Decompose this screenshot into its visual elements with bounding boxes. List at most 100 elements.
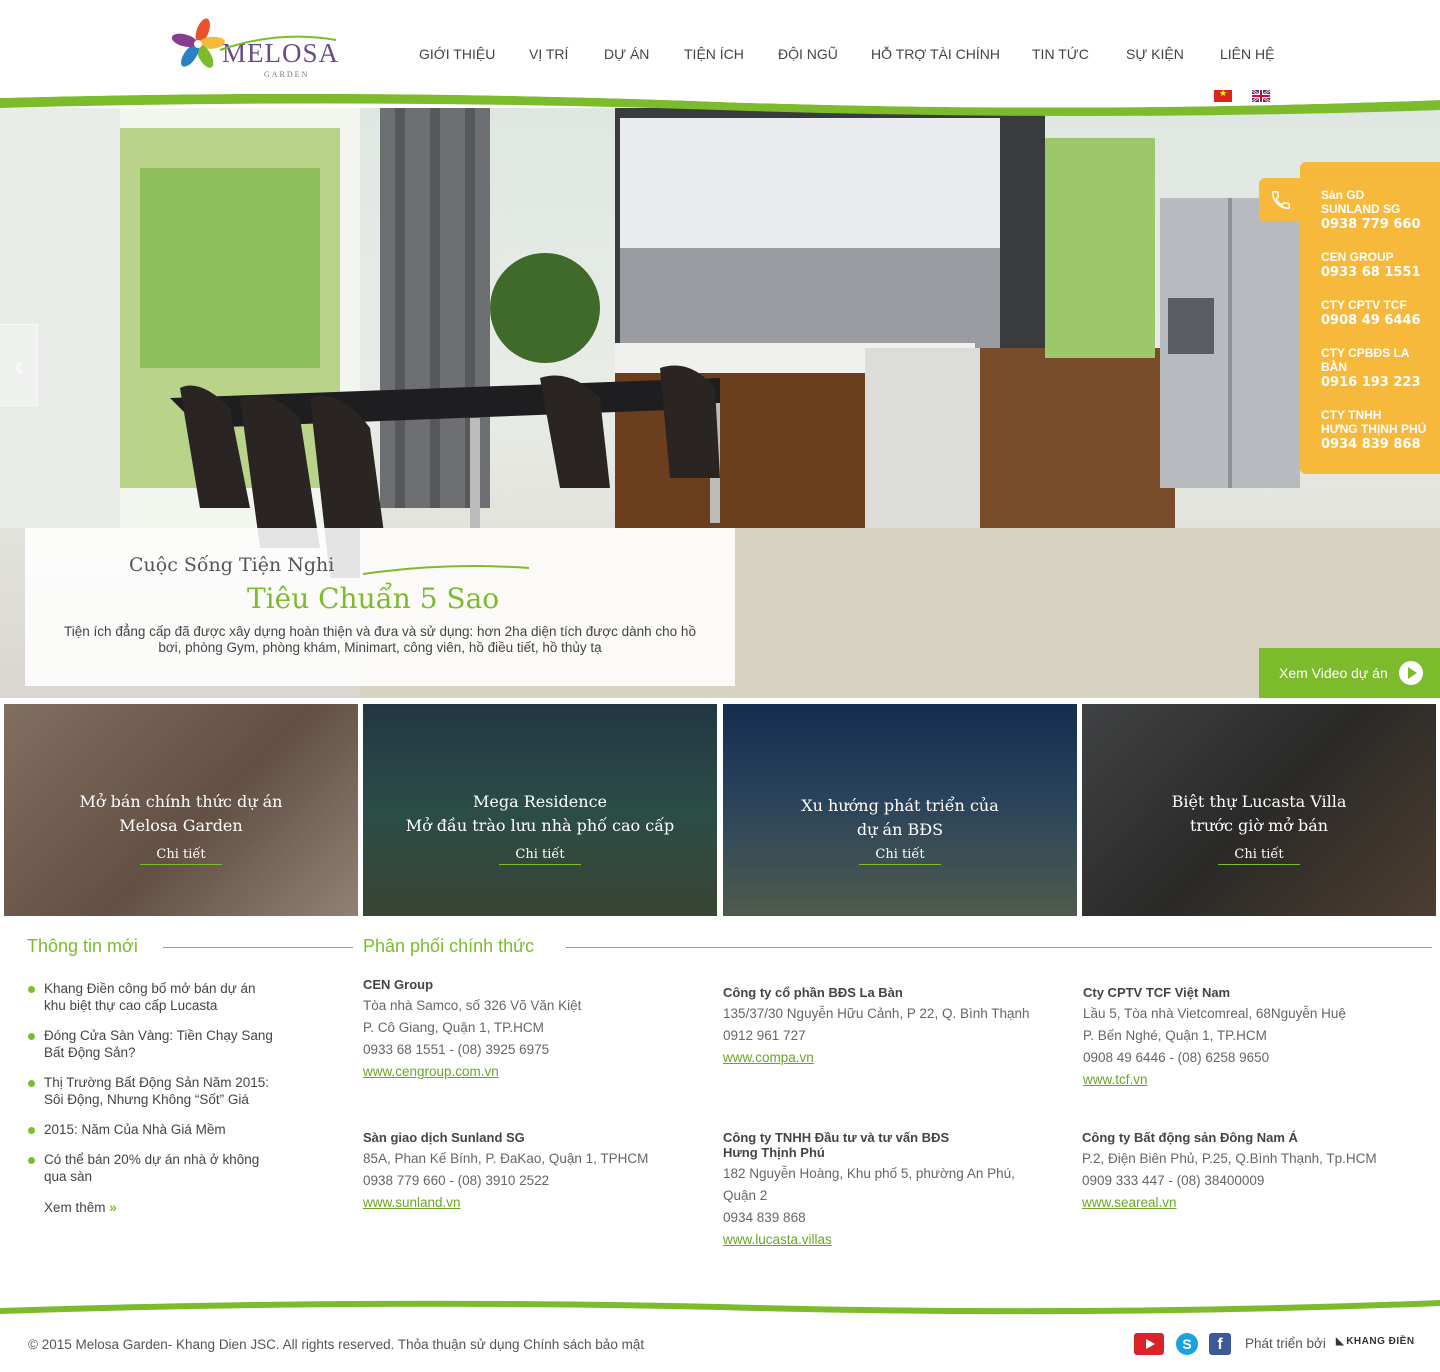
contact-la-ban: CTY CPBĐS LA BÀN 0916 193 223	[1321, 346, 1437, 392]
contact-phone[interactable]: 0916 193 223	[1321, 374, 1437, 392]
hero-caption: Cuộc Sống Tiện Nghi Tiêu Chuẩn 5 Sao Tiệ…	[25, 528, 735, 686]
distributor-website-link[interactable]: www.sunland.vn	[363, 1192, 703, 1214]
nav-item-du-an[interactable]: DỰ ÁN	[604, 46, 649, 62]
facebook-icon[interactable]: f	[1209, 1333, 1231, 1355]
caption-text: Tiện ích đẳng cấp đã được xây dựng hoàn …	[64, 624, 696, 655]
news-tile-2[interactable]: Mega Residence Mở đầu trào lưu nhà phố c…	[363, 704, 717, 916]
tile-detail-label: Chi tiết	[499, 847, 581, 865]
distributor-phone: 0933 68 1551 - (08) 3925 6975	[363, 1042, 550, 1057]
contact-phone[interactable]: 0908 49 6446	[1321, 312, 1437, 330]
distributors-section-title: Phân phối chính thức	[363, 936, 535, 956]
news-item[interactable]: 2015: Năm Của Nhà Giá Mềm	[28, 1121, 278, 1138]
distributor-website-link[interactable]: www.seareal.vn	[1082, 1192, 1422, 1214]
news-tile-1[interactable]: Mở bán chính thức dự án Melosa Garden Ch…	[4, 704, 358, 916]
distributor-seareal: Công ty Bất động sản Đông Nam Á P.2, Điệ…	[1082, 1130, 1422, 1214]
distributor-website-link[interactable]: www.compa.vn	[723, 1047, 1063, 1069]
distributor-name: Công ty cổ phần BĐS La Bàn	[723, 985, 903, 1000]
distributor-address-2: P. Bến Nghé, Quận 1, TP.HCM	[1083, 1028, 1267, 1043]
contact-sunland: Sàn GD SUNLAND SG 0938 779 660	[1321, 188, 1437, 234]
tile-detail-label: Chi tiết	[1218, 847, 1300, 865]
tile-detail-link[interactable]: Chi tiết	[1082, 847, 1436, 865]
hotline-panel: Sàn GD SUNLAND SG 0938 779 660 CEN GROUP…	[1300, 162, 1440, 474]
nav-item-ho-tro-tai-chinh[interactable]: HỖ TRỢ TÀI CHÍNH	[871, 46, 1000, 62]
contact-name: CTY CPBĐS LA	[1321, 346, 1410, 360]
distributor-cen-group: CEN Group Tòa nhà Samco, số 326 Võ Văn K…	[363, 977, 703, 1083]
distributor-website-link[interactable]: www.cengroup.com.vn	[363, 1061, 703, 1083]
distributor-address: 182 Nguyễn Hoàng, Khu phố 5, phường An P…	[723, 1166, 1015, 1203]
news-tile-3[interactable]: Xu hướng phát triển của dự án BĐS Chi ti…	[723, 704, 1077, 916]
distributor-phone: 0908 49 6446 - (08) 6258 9650	[1083, 1050, 1270, 1065]
tile-title-line1: Mega Residence	[472, 792, 607, 811]
distributor-website-link[interactable]: www.lucasta.villas	[723, 1229, 1043, 1251]
distributor-name: Cty CPTV TCF Việt Nam	[1083, 985, 1231, 1000]
news-item[interactable]: Khang Điền công bố mở bán dự án khu biệt…	[28, 980, 278, 1014]
nav-item-doi-ngu[interactable]: ĐỘI NGŨ	[778, 46, 838, 62]
phone-icon	[1272, 191, 1290, 209]
slider-prev-arrow[interactable]: ‹	[0, 324, 38, 406]
contact-name: CTY TNHH	[1321, 408, 1382, 422]
hotline-tab[interactable]	[1259, 178, 1303, 222]
caption-heading: Cuộc Sống Tiện Nghi	[129, 554, 335, 576]
nav-item-su-kien[interactable]: SỰ KIỆN	[1126, 46, 1184, 62]
tile-detail-link[interactable]: Chi tiết	[363, 847, 717, 865]
distributor-phone: 0934 839 868	[723, 1210, 806, 1225]
tile-title-line2: dự án BĐS	[856, 820, 944, 839]
news-item[interactable]: Đóng Cửa Sàn Vàng: Tiền Chạy Sang Bất Độ…	[28, 1027, 278, 1061]
see-more-link[interactable]: Xem thêm »	[44, 1200, 117, 1215]
nav-item-lien-he[interactable]: LIÊN HỆ	[1220, 46, 1274, 62]
nav-item-tin-tuc[interactable]: TIN TỨC	[1032, 46, 1089, 62]
hero-slider: ‹ Cuộc Sống Tiện Nghi Tiêu Chuẩn 5 Sao T…	[0, 108, 1440, 698]
tile-detail-link[interactable]: Chi tiết	[723, 847, 1077, 865]
contact-name: CTY CPTV TCF	[1321, 298, 1407, 312]
news-item[interactable]: Có thể bán 20% dự án nhà ở không qua sàn	[28, 1151, 278, 1185]
tile-title-line2: Mở đầu trào lưu nhà phố cao cấp	[405, 816, 675, 835]
logo-subtitle: GARDEN	[264, 70, 310, 79]
tile-title-line2: trước giờ mở bán	[1189, 816, 1329, 835]
contact-cen-group: CEN GROUP 0933 68 1551	[1321, 250, 1437, 282]
contact-name-2: HƯNG THỊNH PHÚ	[1321, 422, 1427, 436]
english-flag-icon[interactable]	[1252, 90, 1270, 102]
watch-video-label: Xem Video dự án	[1279, 665, 1388, 681]
distributor-phone: 0938 779 660 - (08) 3910 2522	[363, 1173, 550, 1188]
distributor-name: CEN Group	[363, 977, 434, 992]
news-list: Khang Điền công bố mở bán dự án khu biệt…	[28, 980, 278, 1198]
youtube-icon[interactable]	[1134, 1333, 1164, 1355]
distributor-name: Công ty TNHH Đầu tư và tư vấn BĐS Hưng T…	[723, 1130, 950, 1160]
contact-phone[interactable]: 0938 779 660	[1321, 216, 1437, 234]
watch-video-button[interactable]: Xem Video dự án	[1259, 648, 1440, 698]
contact-name: CEN GROUP	[1321, 250, 1394, 264]
see-more-label: Xem thêm	[44, 1200, 106, 1215]
tile-detail-label: Chi tiết	[859, 847, 941, 865]
distributor-sunland: Sàn giao dịch Sunland SG 85A, Phan Kế Bí…	[363, 1130, 703, 1214]
distributor-la-ban: Công ty cổ phần BĐS La Bàn 135/37/30 Ngu…	[723, 985, 1063, 1069]
logo-swoosh	[219, 35, 337, 51]
play-icon	[1399, 661, 1423, 685]
double-chevron-icon: »	[109, 1200, 117, 1215]
developer-logo[interactable]: KHANG ĐIỀN	[1336, 1336, 1415, 1347]
footer-wave	[0, 1300, 1440, 1315]
nav-item-gioi-thieu[interactable]: GIỚI THIỆU	[419, 46, 495, 62]
contact-phone[interactable]: 0933 68 1551	[1321, 264, 1437, 282]
skype-icon[interactable]: S	[1176, 1333, 1198, 1355]
distributor-website-link[interactable]: www.tcf.vn	[1083, 1069, 1423, 1091]
tile-title-line1: Biệt thự Lucasta Villa	[1171, 792, 1347, 811]
logo[interactable]: MELOSA GARDEN	[168, 14, 338, 80]
news-item[interactable]: Thị Trường Bất Động Sản Năm 2015: Sôi Độ…	[28, 1074, 278, 1108]
tile-detail-label: Chi tiết	[140, 847, 222, 865]
distributor-hung-thinh-phu: Công ty TNHH Đầu tư và tư vấn BĐS Hưng T…	[723, 1130, 1043, 1251]
contact-tcf: CTY CPTV TCF 0908 49 6446	[1321, 298, 1437, 330]
news-tile-4[interactable]: Biệt thự Lucasta Villa trước giờ mở bán …	[1082, 704, 1436, 916]
nav-item-vi-tri[interactable]: VỊ TRÍ	[529, 46, 568, 62]
tile-detail-link[interactable]: Chi tiết	[4, 847, 358, 865]
distributor-tcf: Cty CPTV TCF Việt Nam Lầu 5, Tòa nhà Vie…	[1083, 985, 1423, 1091]
distributor-phone: 0909 333 447 - (08) 38400009	[1082, 1173, 1265, 1188]
distributor-address-2: P. Cô Giang, Quận 1, TP.HCM	[363, 1020, 544, 1035]
contact-phone[interactable]: 0934 839 868	[1321, 436, 1437, 454]
news-section-title: Thông tin mới	[27, 936, 138, 956]
nav-item-tien-ich[interactable]: TIỆN ÍCH	[684, 46, 744, 62]
distributor-address: 85A, Phan Kế Bính, P. ĐaKao, Quận 1, TPH…	[363, 1151, 649, 1166]
copyright-text: © 2015 Melosa Garden- Khang Dien JSC. Al…	[28, 1337, 645, 1352]
contact-name-2: SUNLAND SG	[1321, 202, 1401, 216]
tile-title-line1: Xu hướng phát triển của	[801, 796, 999, 815]
vietnamese-flag-icon[interactable]	[1214, 88, 1232, 102]
